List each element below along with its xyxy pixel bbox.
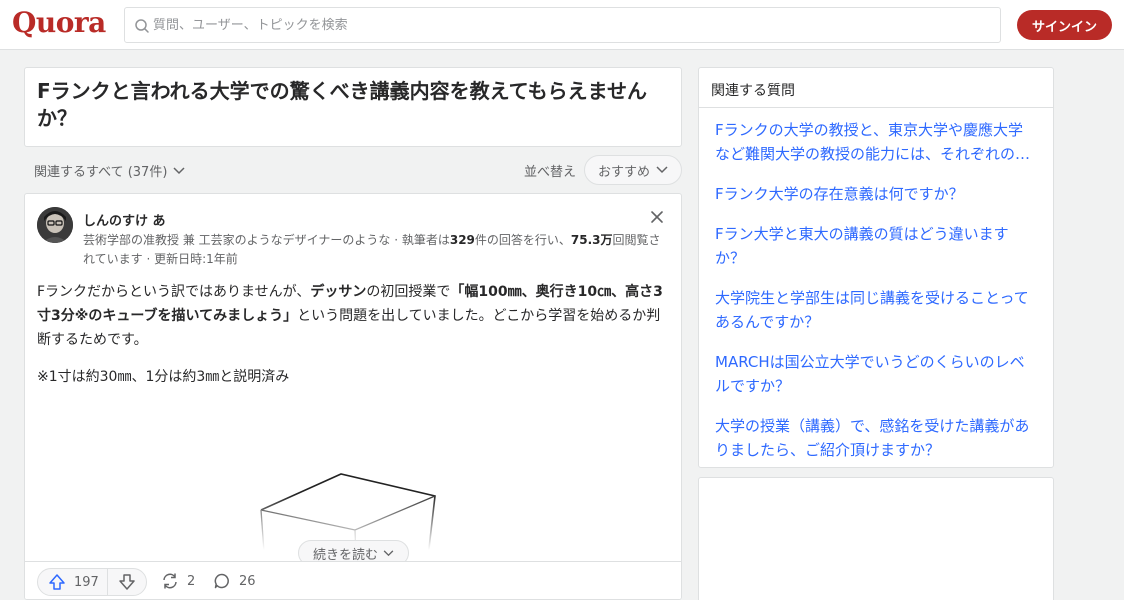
body-text-2: デッサン [310,284,367,300]
related-question-link[interactable]: Fランクの大学の教授と、東京大学や慶應大学など難関大学の教授の能力には、それぞれ… [715,118,1035,166]
related-all-label: 関連するすべて (37件) [34,165,168,180]
related-question-item[interactable]: 大学の授業（講義）で、感銘を受けた講義がありましたら、ご紹介頂けますか？ [715,414,1035,462]
author-avatar[interactable] [37,207,73,243]
related-question-item[interactable]: MARCHは国公立大学でいうどのくらいのレベルですか？ [715,350,1035,398]
share-icon [163,573,177,589]
cred-mid: 件の回答を行い、 [474,233,571,247]
close-icon[interactable] [647,207,667,227]
answer-action-bar: 197 2 26 [25,561,681,599]
search-box[interactable] [124,7,1001,43]
upvote-count: 197 [74,574,99,590]
top-header: Quora サインイン [0,0,1124,50]
related-questions-panel: 関連する質問 Fランクの大学の教授と、東京大学や慶應大学など難関大学の教授の能力… [698,67,1054,468]
related-question-item[interactable]: Fランクの大学の教授と、東京大学や慶應大学など難関大学の教授の能力には、それぞれ… [715,118,1035,166]
answer-card: しんのすけ あ 芸術学部の准教授 兼 工芸家のようなデザイナーのような · 執筆… [24,193,682,600]
answer-note: ※1寸は約30㎜、1分は約3㎜と説明済み [37,369,290,385]
sidebar-ad-panel [698,477,1054,600]
avatar-photo [37,207,73,243]
read-more-label: 続きを読む [312,547,378,563]
quora-logo[interactable]: Quora [12,6,106,39]
question-title[interactable]: Fランクと言われる大学での驚くべき講義内容を教えてもらえませんか？ [37,78,673,132]
comment-button[interactable]: 26 [213,572,256,590]
related-all-filter[interactable]: 関連するすべて (37件) [34,161,185,180]
related-question-link[interactable]: 大学の授業（講義）で、感銘を受けた講義がありましたら、ご紹介頂けますか？ [715,417,1029,459]
answer-count: 329 [449,233,475,247]
search-input[interactable] [153,8,983,42]
downvote-arrow-icon [119,574,135,590]
related-question-link[interactable]: Fラン大学と東大の講義の質はどう違いますか？ [715,225,1009,267]
chevron-down-icon [173,166,185,174]
body-text-1: Fランクだからという訳ではありませんが、 [37,284,311,300]
related-question-item[interactable]: 大学院生と学部生は同じ講義を受けることってあるんですか？ [715,286,1035,334]
author-name[interactable]: しんのすけ あ [83,210,166,229]
upvote-arrow-icon [49,574,65,590]
chevron-down-icon [383,549,394,556]
related-question-link[interactable]: 大学院生と学部生は同じ講義を受けることってあるんですか？ [715,289,1029,331]
related-question-link[interactable]: Fランク大学の存在意義は何ですか？ [715,185,964,203]
share-count: 2 [187,573,196,589]
vote-group: 197 [37,568,147,596]
sort-value: おすすめ [597,164,650,180]
share-button[interactable]: 2 [161,572,195,590]
related-question-link[interactable]: MARCHは国公立大学でいうどのくらいのレベルですか？ [715,353,1025,395]
related-question-item[interactable]: Fランク大学の存在意義は何ですか？ [715,182,1035,206]
body-text-3: の初回授業で [366,284,451,300]
answer-body: Fランクだからという訳ではありませんが、デッサンの初回授業で「幅100㎜、奥行き… [37,280,665,352]
sort-label: 並べ替え [524,165,577,180]
downvote-button[interactable] [108,569,146,595]
signin-button[interactable]: サインイン [1017,10,1112,40]
cred-prefix: 芸術学部の准教授 兼 工芸家のようなデザイナーのような · 執筆者は [83,233,450,247]
question-card: Fランクと言われる大学での驚くべき講義内容を教えてもらえませんか？ [24,67,682,147]
related-questions-list: Fランクの大学の教授と、東京大学や慶應大学など難関大学の教授の能力には、それぞれ… [699,118,1053,462]
sort-dropdown[interactable]: おすすめ [584,155,682,185]
chevron-down-icon [656,166,668,174]
search-icon [135,19,149,33]
related-question-item[interactable]: Fラン大学と東大の講義の質はどう違いますか？ [715,222,1035,270]
upvote-button[interactable]: 197 [38,569,108,595]
view-count: 75.3万 [570,233,613,247]
author-credential: 芸術学部の准教授 兼 工芸家のようなデザイナーのような · 執筆者は329件の回… [83,231,663,269]
comment-count: 26 [239,573,256,589]
related-questions-title: 関連する質問 [699,68,1053,108]
comment-icon [214,573,229,589]
